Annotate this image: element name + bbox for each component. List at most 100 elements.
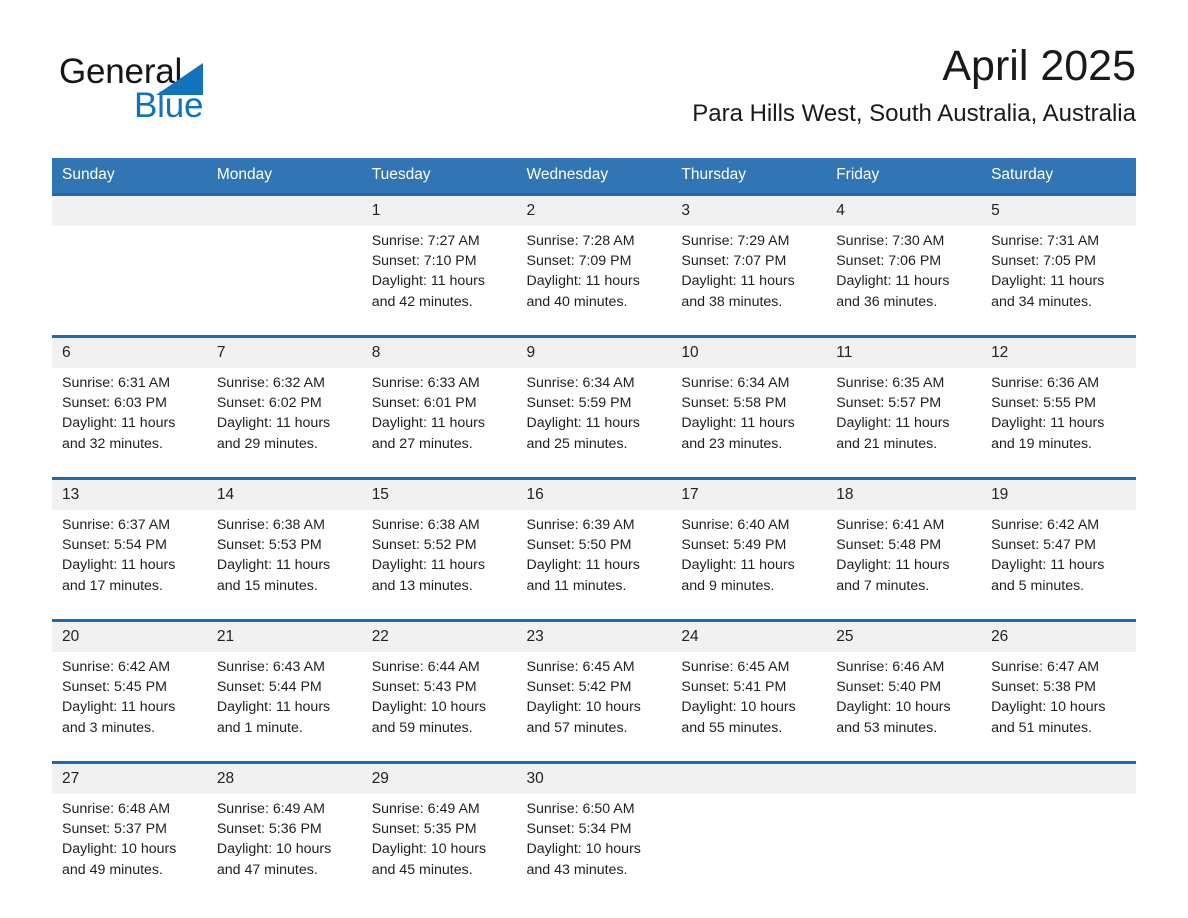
daylight-text: Daylight: 10 hours <box>216 841 332 858</box>
day-cell[interactable]: Sunrise: 7:27 AM Sunset: 7:10 PM Daylight:… <box>361 226 517 335</box>
day-cell[interactable]: Sunrise: 6:32 AM Sunset: 6:02 PM Daylight:… <box>206 368 362 477</box>
daylight-text: Daylight: 10 hours <box>371 699 487 716</box>
day-number[interactable]: 9 <box>516 338 672 368</box>
day-cell[interactable]: Sunrise: 6:31 AM Sunset: 6:03 PM Daylight:… <box>52 368 207 477</box>
day-cell[interactable]: Sunrise: 6:47 AM Sunset: 5:38 PM Daylight:… <box>981 652 1136 761</box>
sunrise-text: Sunrise: 6:38 AM <box>371 517 480 533</box>
sunset-text: Sunset: 5:53 PM <box>216 537 322 554</box>
day-number[interactable]: 3 <box>671 196 827 226</box>
day-number[interactable]: 19 <box>981 480 1136 510</box>
day-number[interactable]: 12 <box>981 338 1136 368</box>
day-number[interactable]: 26 <box>981 622 1136 652</box>
daylight-text: Daylight: 10 hours <box>681 699 796 716</box>
sunrise-text: Sunrise: 7:29 AM <box>681 233 790 249</box>
day-number[interactable]: 5 <box>981 196 1136 226</box>
day-number[interactable]: 29 <box>361 764 517 794</box>
day-number[interactable]: 1 <box>361 196 517 226</box>
day-cell[interactable]: Sunrise: 7:28 AM Sunset: 7:09 PM Daylight:… <box>516 226 672 335</box>
day-cell[interactable]: Sunrise: 6:49 AM Sunset: 5:35 PM Daylight:… <box>361 794 517 903</box>
day-cell[interactable]: Sunrise: 6:48 AM Sunset: 5:37 PM Daylight:… <box>52 794 207 903</box>
daylight-text-cont: and 45 minutes. <box>371 861 473 878</box>
daylight-text: Daylight: 11 hours <box>216 557 331 574</box>
day-cell[interactable]: Sunrise: 6:36 AM Sunset: 5:55 PM Daylight:… <box>981 368 1136 477</box>
day-number[interactable]: 7 <box>206 338 362 368</box>
day-cell[interactable]: Sunrise: 6:40 AM Sunset: 5:49 PM Daylight:… <box>671 510 827 619</box>
day-cell[interactable]: Sunrise: 6:37 AM Sunset: 5:54 PM Daylight:… <box>52 510 207 619</box>
day-cell[interactable]: Sunrise: 7:30 AM Sunset: 7:06 PM Daylight:… <box>826 226 982 335</box>
day-cell[interactable]: Sunrise: 6:33 AM Sunset: 6:01 PM Daylight:… <box>361 368 517 477</box>
sunset-text: Sunset: 5:41 PM <box>681 679 787 696</box>
day-number[interactable]: 30 <box>516 764 672 794</box>
day-number[interactable]: 14 <box>206 480 362 510</box>
day-cell[interactable]: Sunrise: 6:42 AM Sunset: 5:47 PM Daylight:… <box>981 510 1136 619</box>
day-cell[interactable]: Sunrise: 6:39 AM Sunset: 5:50 PM Daylight:… <box>516 510 672 619</box>
weekday-header-saturday: Saturday <box>981 158 1136 193</box>
day-number[interactable]: 16 <box>516 480 672 510</box>
day-cell[interactable]: Sunrise: 6:41 AM Sunset: 5:48 PM Daylight:… <box>826 510 982 619</box>
day-number[interactable]: 20 <box>52 622 207 652</box>
day-cell-empty <box>981 794 1136 903</box>
calendar-page: General Blue April 2025 Para Hills West,… <box>0 0 1188 918</box>
day-number-empty <box>52 196 207 226</box>
daylight-text-cont: and 47 minutes. <box>216 861 318 878</box>
day-cell[interactable]: Sunrise: 6:46 AM Sunset: 5:40 PM Daylight:… <box>826 652 982 761</box>
daylight-text: Daylight: 11 hours <box>836 557 950 574</box>
day-number[interactable]: 23 <box>516 622 672 652</box>
day-cell[interactable]: Sunrise: 6:38 AM Sunset: 5:52 PM Daylight:… <box>361 510 517 619</box>
day-number[interactable]: 10 <box>671 338 827 368</box>
day-cell[interactable]: Sunrise: 6:42 AM Sunset: 5:45 PM Daylight:… <box>52 652 207 761</box>
sunrise-text: Sunrise: 7:30 AM <box>836 233 945 249</box>
week-daynumber-row: 13 14 15 16 17 18 19 <box>52 480 1136 510</box>
day-number[interactable]: 2 <box>516 196 672 226</box>
day-cell[interactable]: Sunrise: 7:31 AM Sunset: 7:05 PM Daylight:… <box>981 226 1136 335</box>
daylight-text: Daylight: 11 hours <box>62 415 176 432</box>
day-number[interactable]: 24 <box>671 622 827 652</box>
day-number-empty <box>671 764 827 794</box>
day-number[interactable]: 17 <box>671 480 827 510</box>
daylight-text: Daylight: 10 hours <box>526 841 641 858</box>
day-cell[interactable]: Sunrise: 6:43 AM Sunset: 5:44 PM Daylight:… <box>206 652 362 761</box>
day-cell-empty <box>52 226 207 335</box>
daylight-text: Daylight: 10 hours <box>371 841 487 858</box>
week-dayinfo-row: Sunrise: 7:27 AM Sunset: 7:10 PM Daylight:… <box>52 226 1136 335</box>
day-number[interactable]: 22 <box>361 622 517 652</box>
day-cell[interactable]: Sunrise: 6:44 AM Sunset: 5:43 PM Daylight:… <box>361 652 517 761</box>
day-number[interactable]: 25 <box>826 622 982 652</box>
day-cell[interactable]: Sunrise: 7:29 AM Sunset: 7:07 PM Daylight:… <box>671 226 827 335</box>
sunset-text: Sunset: 7:07 PM <box>681 253 787 270</box>
day-number[interactable]: 27 <box>52 764 207 794</box>
daylight-text-cont: and 1 minute. <box>216 719 303 736</box>
sunset-text: Sunset: 6:02 PM <box>216 395 322 412</box>
day-cell[interactable]: Sunrise: 6:34 AM Sunset: 5:58 PM Daylight:… <box>671 368 827 477</box>
sunset-text: Sunset: 5:40 PM <box>836 679 942 696</box>
day-cell[interactable]: Sunrise: 6:35 AM Sunset: 5:57 PM Daylight:… <box>826 368 982 477</box>
daylight-text: Daylight: 11 hours <box>62 699 176 716</box>
sunset-text: Sunset: 5:38 PM <box>991 679 1096 696</box>
sunset-text: Sunset: 7:05 PM <box>991 253 1096 270</box>
sunrise-text: Sunrise: 6:47 AM <box>991 659 1100 675</box>
day-number[interactable]: 18 <box>826 480 982 510</box>
day-cell[interactable]: Sunrise: 6:34 AM Sunset: 5:59 PM Daylight:… <box>516 368 672 477</box>
day-number[interactable]: 28 <box>206 764 362 794</box>
day-number[interactable]: 11 <box>826 338 982 368</box>
day-number[interactable]: 13 <box>52 480 207 510</box>
day-number-empty <box>206 196 362 226</box>
daylight-text-cont: and 23 minutes. <box>681 435 783 452</box>
daylight-text-cont: and 7 minutes. <box>836 577 930 594</box>
day-cell[interactable]: Sunrise: 6:45 AM Sunset: 5:41 PM Daylight:… <box>671 652 827 761</box>
day-cell[interactable]: Sunrise: 6:50 AM Sunset: 5:34 PM Daylight:… <box>516 794 672 903</box>
day-number[interactable]: 8 <box>361 338 517 368</box>
weekday-header-monday: Monday <box>206 158 362 193</box>
day-cell-empty <box>206 226 362 335</box>
day-cell[interactable]: Sunrise: 6:38 AM Sunset: 5:53 PM Daylight:… <box>206 510 362 619</box>
daylight-text-cont: and 17 minutes. <box>62 577 163 594</box>
sunrise-text: Sunrise: 6:42 AM <box>991 517 1100 533</box>
sunrise-text: Sunrise: 6:49 AM <box>216 801 325 817</box>
title-block: April 2025 Para Hills West, South Austra… <box>692 40 1136 128</box>
day-cell[interactable]: Sunrise: 6:45 AM Sunset: 5:42 PM Daylight:… <box>516 652 672 761</box>
day-number[interactable]: 21 <box>206 622 362 652</box>
day-number[interactable]: 6 <box>52 338 207 368</box>
day-cell[interactable]: Sunrise: 6:49 AM Sunset: 5:36 PM Daylight:… <box>206 794 362 903</box>
day-number[interactable]: 4 <box>826 196 982 226</box>
day-number[interactable]: 15 <box>361 480 517 510</box>
